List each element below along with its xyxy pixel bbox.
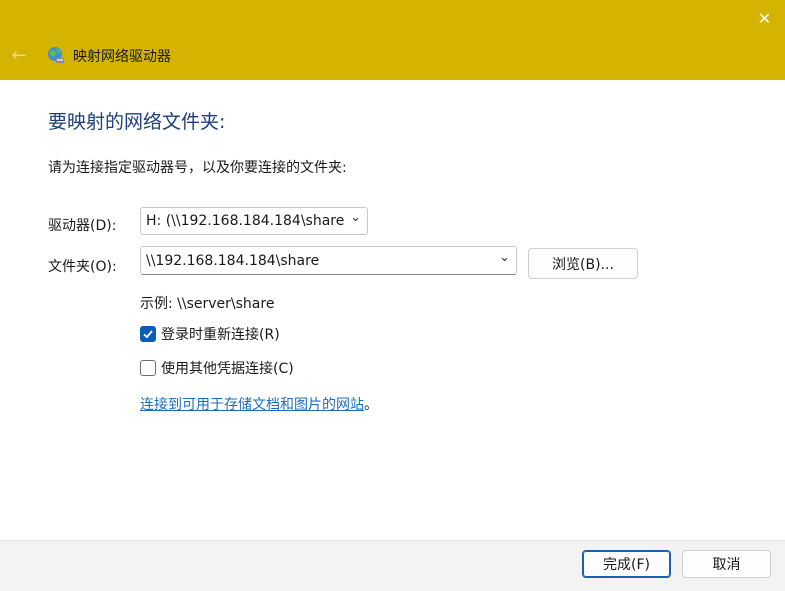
- title-bar: ✕ ← 映射网络驱动器: [0, 0, 785, 80]
- example-text: 示例: \\server\share: [140, 296, 275, 312]
- reconnect-label: 登录时重新连接(R): [161, 327, 280, 343]
- reconnect-checkbox-row[interactable]: 登录时重新连接(R): [140, 324, 280, 344]
- cancel-button-label: 取消: [712, 557, 741, 573]
- instruction-text: 请为连接指定驱动器号，以及你要连接的文件夹:: [48, 160, 347, 176]
- other-credentials-label: 使用其他凭据连接(C): [161, 361, 294, 377]
- folder-input[interactable]: \\192.168.184.184\share ⌄: [140, 246, 517, 275]
- network-drive-icon: [48, 47, 64, 63]
- window-title: 映射网络驱动器: [73, 49, 171, 65]
- reconnect-checkbox[interactable]: [140, 326, 156, 342]
- folder-input-value: \\192.168.184.184\share: [146, 252, 320, 269]
- page-heading: 要映射的网络文件夹:: [48, 111, 226, 133]
- browse-button-label: 浏览(B)...: [552, 256, 614, 273]
- drive-label: 驱动器(D):: [48, 218, 117, 234]
- chevron-down-icon: ⌄: [350, 210, 361, 225]
- close-icon: ✕: [757, 8, 772, 28]
- folder-label: 文件夹(O):: [48, 259, 117, 275]
- chevron-down-icon[interactable]: ⌄: [499, 250, 510, 265]
- back-arrow-icon: ←: [11, 44, 27, 66]
- link-suffix: 。: [364, 397, 378, 413]
- finish-button[interactable]: 完成(F): [582, 550, 671, 578]
- website-link-row: 连接到可用于存储文档和图片的网站。: [140, 394, 378, 414]
- other-credentials-checkbox-row[interactable]: 使用其他凭据连接(C): [140, 358, 294, 378]
- website-link[interactable]: 连接到可用于存储文档和图片的网站: [140, 397, 364, 413]
- finish-button-label: 完成(F): [603, 557, 650, 573]
- other-credentials-checkbox[interactable]: [140, 360, 156, 376]
- checkmark-icon: [143, 330, 153, 339]
- cancel-button[interactable]: 取消: [682, 550, 771, 578]
- browse-button[interactable]: 浏览(B)...: [528, 248, 638, 279]
- drive-select[interactable]: H: (\\192.168.184.184\share ⌄: [140, 207, 368, 235]
- drive-select-value: H: (\\192.168.184.184\share: [146, 213, 345, 229]
- back-button[interactable]: ←: [8, 44, 30, 66]
- close-button[interactable]: ✕: [744, 0, 785, 36]
